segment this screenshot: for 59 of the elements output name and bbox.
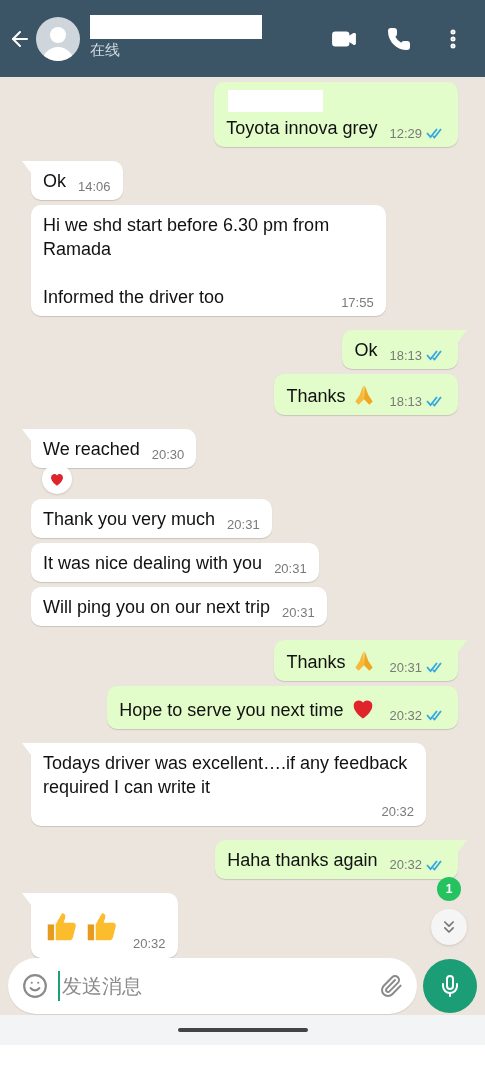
reaction-badge[interactable] — [42, 464, 72, 494]
message-input[interactable]: 发送消息 — [8, 957, 417, 1014]
bubble-tail-icon — [22, 743, 31, 755]
message-bubble[interactable]: Hope to serve you next time 20:32 — [107, 686, 458, 729]
unread-badge: 1 — [437, 877, 461, 901]
message-bubble[interactable]: Ok 14:06 — [31, 161, 123, 200]
message-text: Toyota innova grey — [226, 117, 378, 140]
attach-icon[interactable] — [379, 973, 403, 998]
message-time: 20:32 — [133, 935, 166, 953]
message-text: Todays driver was excellent….if any feedback required I can write it — [43, 752, 409, 799]
message-bubble[interactable]: Thanks 18:13 — [274, 374, 458, 415]
message-time: 14:06 — [78, 177, 111, 196]
message-time: 20:32 — [389, 706, 422, 725]
message-bubble[interactable]: 20:32 — [31, 892, 178, 958]
message-text: Haha thanks again — [227, 848, 378, 872]
mic-button[interactable] — [423, 958, 477, 1013]
message-time: 20:30 — [151, 445, 185, 464]
message-bubble[interactable]: Haha thanks again 20:32 — [215, 839, 458, 879]
message-text: Ok — [43, 170, 66, 193]
message-text: Ok — [354, 339, 378, 362]
message-text: Will ping you on our next trip — [43, 596, 271, 619]
bubble-tail-icon — [458, 839, 467, 852]
message-time: 12:29 — [389, 124, 422, 143]
message-bubble[interactable]: Toyota innova grey 12:29 — [214, 82, 458, 147]
message-time: 20:31 — [274, 559, 307, 578]
message-bubble[interactable]: Ok 18:13 — [342, 330, 458, 369]
message-bubble[interactable]: Will ping you on our next trip 20:31 — [31, 587, 327, 626]
message-time: 18:13 — [389, 346, 422, 365]
message-time: 20:31 — [389, 658, 422, 677]
message-text: Thanks — [286, 385, 346, 408]
bubble-tail-icon — [458, 640, 467, 652]
message-field[interactable]: 发送消息 — [58, 970, 369, 1001]
scroll-down-button[interactable] — [431, 909, 467, 945]
message-time: 20:31 — [227, 515, 260, 534]
message-bubble[interactable]: Thank you very much 20:31 — [31, 499, 272, 538]
message-time: 17:55 — [341, 293, 374, 312]
message-bubble[interactable]: Todays driver was excellent….if any feedback required I can write it 20:32 — [31, 743, 426, 826]
message-time: 20:31 — [282, 603, 315, 622]
bubble-tail-icon — [22, 161, 31, 173]
message-text: Thank you very much — [43, 508, 216, 531]
message-bubble[interactable]: It was nice dealing with you 20:31 — [31, 543, 319, 582]
message-bubble[interactable]: We reached 20:30 — [31, 429, 197, 468]
message-bubble[interactable]: Thanks 20:31 — [274, 640, 458, 681]
emoji-icon[interactable] — [22, 972, 48, 999]
bubble-tail-icon — [458, 330, 467, 342]
bubble-tail-icon — [22, 429, 31, 441]
message-time: 20:32 — [381, 803, 414, 821]
bubble-tail-icon — [22, 892, 31, 905]
phone-icon[interactable] — [387, 26, 411, 51]
message-time: 18:13 — [389, 392, 422, 411]
message-text: It was nice dealing with you — [43, 552, 263, 575]
contact-status: 在线 — [90, 40, 121, 61]
message-text: Thanks — [286, 651, 346, 674]
message-bubble[interactable]: Hi we shd start before 6.30 pm from Ramada Informed the driver too 17:55 — [31, 205, 386, 316]
message-text: Hi we shd start before 6.30 pm from Ramada Informed the driver too — [43, 214, 330, 309]
avatar[interactable] — [36, 16, 80, 61]
message-text: We reached — [43, 438, 140, 461]
message-time: 20:32 — [389, 856, 422, 874]
message-text: Hope to serve you next time — [119, 699, 344, 722]
